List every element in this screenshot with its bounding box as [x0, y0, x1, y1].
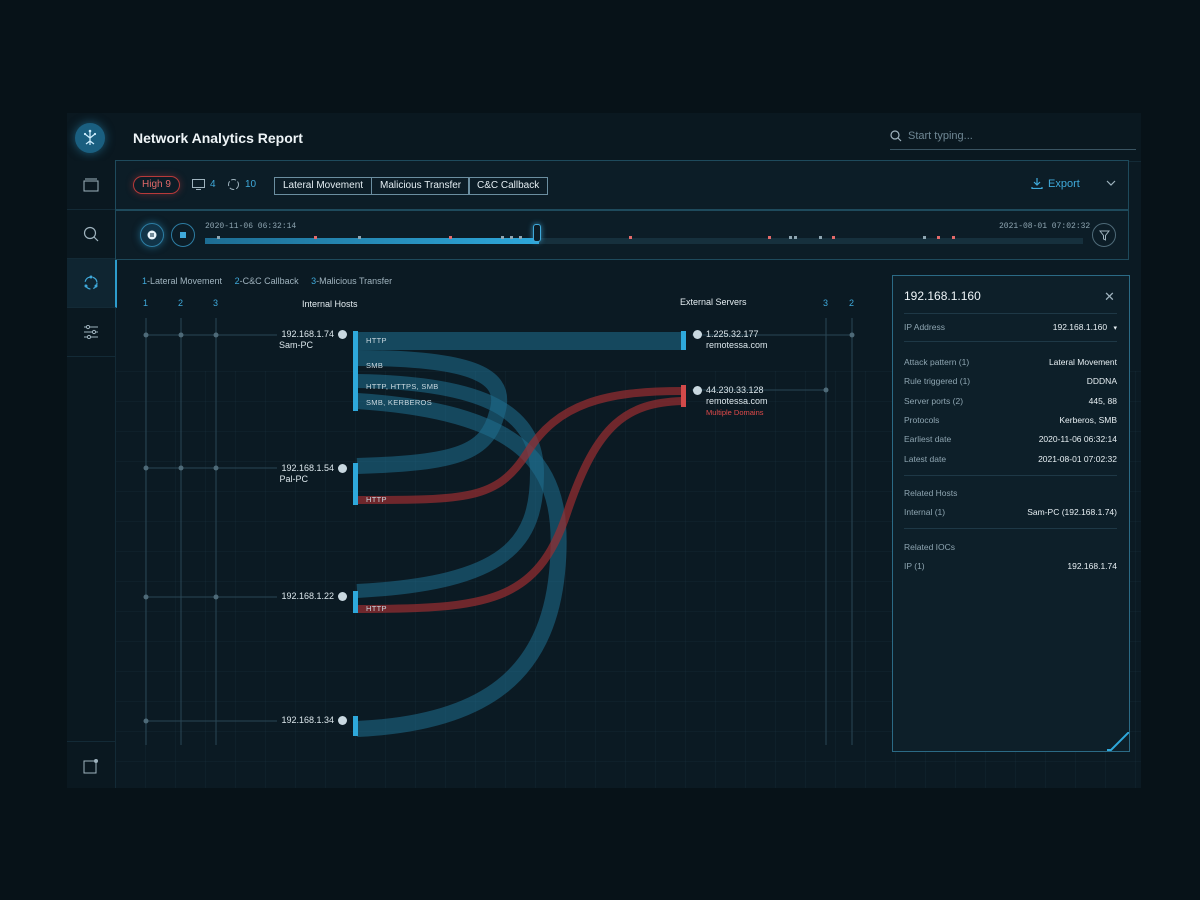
divider — [904, 475, 1117, 476]
guide-dot — [178, 332, 184, 338]
protocol-label: SMB, KERBEROS — [366, 398, 432, 407]
guide-dot — [143, 465, 149, 471]
host-bar — [353, 716, 358, 736]
divider — [904, 528, 1117, 529]
guide-dot — [213, 465, 219, 471]
expand-icon[interactable] — [693, 386, 702, 396]
panel-corner-accent — [1107, 732, 1129, 751]
host-name: Pal-PC — [279, 474, 308, 484]
guide-dot — [143, 332, 149, 338]
expand-icon[interactable] — [338, 716, 347, 726]
host-bar — [353, 591, 358, 613]
host-bar — [353, 331, 358, 411]
protocol-label: HTTP — [366, 336, 387, 345]
app-window: Network Analytics Report Start typing...… — [67, 113, 1141, 788]
detail-panel: 192.168.1.160 ✕ IP Address 192.168.1.160… — [892, 275, 1130, 752]
guide-dot — [213, 332, 219, 338]
protocol-label: HTTP, HTTPS, SMB — [366, 382, 439, 391]
detail-row-label: Server ports (2) — [904, 396, 964, 406]
detail-row-label: Earliest date — [904, 434, 952, 444]
related-ioc-link[interactable]: 192.168.1.74 — [1067, 561, 1117, 571]
expand-icon[interactable] — [338, 464, 347, 474]
detail-row-label: Internal (1) — [904, 507, 946, 517]
detail-row-value: 2021-08-01 07:02:32 — [1038, 454, 1117, 464]
chevron-down-icon: ▾ — [1113, 325, 1117, 332]
ip-address-select[interactable]: 192.168.1.160 ▾ — [1053, 322, 1117, 332]
guide-dot — [178, 465, 184, 471]
expand-icon[interactable] — [338, 330, 347, 340]
protocol-label: HTTP — [366, 604, 387, 613]
detail-row-value: 2020-11-06 06:32:14 — [1038, 434, 1117, 444]
detail-row-label: Attack pattern (1) — [904, 357, 970, 367]
guide-dot — [143, 718, 149, 724]
detail-row-value: Lateral Movement — [1048, 357, 1117, 367]
related-hosts-heading: Related Hosts — [904, 488, 958, 498]
host-node[interactable]: 192.168.1.74 — [257, 329, 347, 340]
host-node[interactable]: 192.168.1.34 — [257, 715, 347, 726]
host-bar — [353, 463, 358, 505]
detail-row-value: 445, 88 — [1088, 396, 1117, 406]
divider — [904, 341, 1117, 342]
expand-icon[interactable] — [338, 592, 347, 602]
protocol-label: SMB — [366, 361, 384, 370]
detail-row-label: Protocols — [904, 415, 940, 425]
server-node[interactable]: 44.230.33.128 — [693, 385, 764, 396]
related-iocs-heading: Related IOCs — [904, 542, 956, 552]
divider — [904, 313, 1117, 314]
guide-dot — [849, 332, 855, 338]
detail-row-value: DDDNA — [1086, 376, 1117, 386]
server-domain: remotessa.com — [706, 340, 768, 350]
guide-dot — [143, 594, 149, 600]
host-node[interactable]: 192.168.1.22 — [257, 591, 347, 602]
server-bar — [681, 331, 686, 350]
server-node[interactable]: 1.225.32.177 — [693, 329, 759, 340]
detail-row-label: Latest date — [904, 454, 947, 464]
detail-row-label: IP (1) — [904, 561, 925, 571]
detail-row-label: Rule triggered (1) — [904, 376, 971, 386]
host-node[interactable]: 192.168.1.54 — [257, 463, 347, 474]
guide-dot — [213, 594, 219, 600]
host-name: Sam-PC — [278, 340, 313, 350]
expand-icon[interactable] — [693, 330, 702, 340]
server-domain: remotessa.com — [706, 396, 768, 406]
related-host-link[interactable]: Sam-PC (192.168.1.74) — [1027, 507, 1117, 517]
guide-dot — [823, 387, 829, 393]
server-warning: Multiple Domains — [706, 408, 764, 417]
detail-row-value: Kerberos, SMB — [1059, 415, 1117, 425]
ip-address-label: IP Address — [904, 322, 945, 332]
protocol-label: HTTP — [366, 495, 387, 504]
server-bar-danger — [681, 385, 686, 407]
detail-title: 192.168.1.160 — [904, 289, 981, 303]
close-icon[interactable]: ✕ — [1104, 289, 1115, 305]
